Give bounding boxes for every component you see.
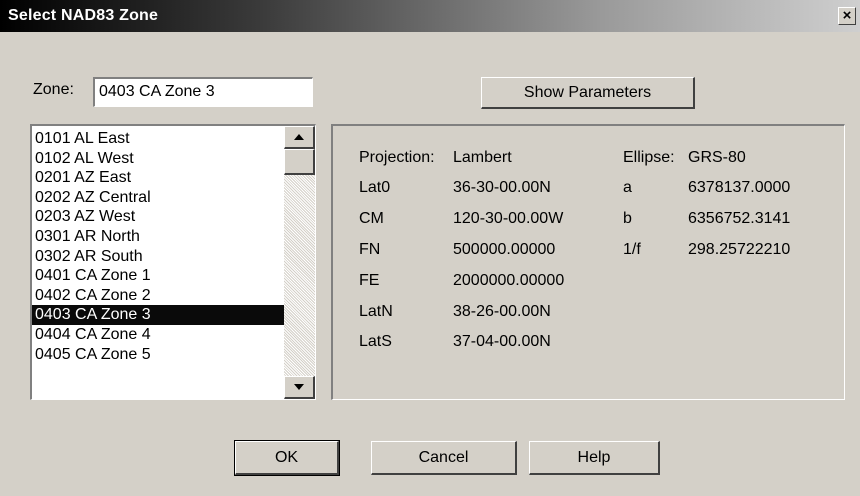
latn-value: 38-26-00.00N [453, 303, 551, 320]
fe-value: 2000000.00000 [453, 272, 565, 289]
list-item[interactable]: 0201 AZ East [32, 168, 284, 188]
fn-value: 500000.00000 [453, 241, 556, 258]
b-value: 6356752.3141 [688, 210, 791, 227]
list-item[interactable]: 0402 CA Zone 2 [32, 286, 284, 306]
cm-label: CM [359, 210, 384, 227]
lat0-value: 36-30-00.00N [453, 179, 551, 196]
scroll-thumb[interactable] [284, 149, 315, 175]
show-parameters-button[interactable]: Show Parameters [481, 77, 695, 109]
list-item[interactable]: 0102 AL West [32, 149, 284, 169]
projection-value: Lambert [453, 149, 512, 166]
f-label: 1/f [623, 241, 641, 258]
fe-label: FE [359, 272, 380, 289]
close-icon: × [842, 7, 852, 24]
lats-value: 37-04-00.00N [453, 333, 551, 350]
list-item[interactable]: 0404 CA Zone 4 [32, 325, 284, 345]
list-item[interactable]: 0301 AR North [32, 227, 284, 247]
cancel-button[interactable]: Cancel [371, 441, 517, 475]
list-item[interactable]: 0202 AZ Central [32, 188, 284, 208]
a-value: 6378137.0000 [688, 179, 791, 196]
close-button[interactable]: × [838, 7, 856, 25]
list-item[interactable]: 0302 AR South [32, 247, 284, 267]
scroll-down-button[interactable] [284, 376, 315, 399]
latn-label: LatN [359, 303, 393, 320]
arrow-down-icon [294, 384, 304, 390]
fn-label: FN [359, 241, 381, 258]
arrow-up-icon [294, 134, 304, 140]
parameters-panel: Projection: Lambert Lat0 36-30-00.00N CM… [331, 124, 845, 400]
list-item[interactable]: 0403 CA Zone 3 [32, 305, 284, 325]
a-label: a [623, 179, 632, 196]
select-zone-dialog: Select NAD83 Zone × Zone: 0403 CA Zone 3… [0, 0, 860, 496]
zone-list: 0101 AL East 0102 AL West 0201 AZ East 0202… [32, 129, 284, 364]
scroll-up-button[interactable] [284, 126, 315, 149]
window-title: Select NAD83 Zone [8, 7, 159, 24]
list-item[interactable]: 0203 AZ West [32, 207, 284, 227]
zone-list-scrollbar[interactable] [284, 126, 315, 399]
lats-label: LatS [359, 333, 392, 350]
zone-label: Zone: [33, 81, 74, 98]
ellipse-label: Ellipse: [623, 149, 675, 166]
zone-input[interactable]: 0403 CA Zone 3 [93, 77, 313, 107]
f-value: 298.25722210 [688, 241, 791, 258]
zone-listbox[interactable]: 0101 AL East 0102 AL West 0201 AZ East 0202… [30, 124, 316, 400]
ok-button[interactable]: OK [234, 440, 340, 476]
list-item[interactable]: 0401 CA Zone 1 [32, 266, 284, 286]
b-label: b [623, 210, 632, 227]
lat0-label: Lat0 [359, 179, 391, 196]
list-item[interactable]: 0405 CA Zone 5 [32, 345, 284, 365]
projection-label: Projection: [359, 149, 435, 166]
cm-value: 120-30-00.00W [453, 210, 564, 227]
ellipse-value: GRS-80 [688, 149, 746, 166]
title-bar: Select NAD83 Zone × [0, 0, 860, 32]
help-button[interactable]: Help [529, 441, 660, 475]
list-item[interactable]: 0101 AL East [32, 129, 284, 149]
